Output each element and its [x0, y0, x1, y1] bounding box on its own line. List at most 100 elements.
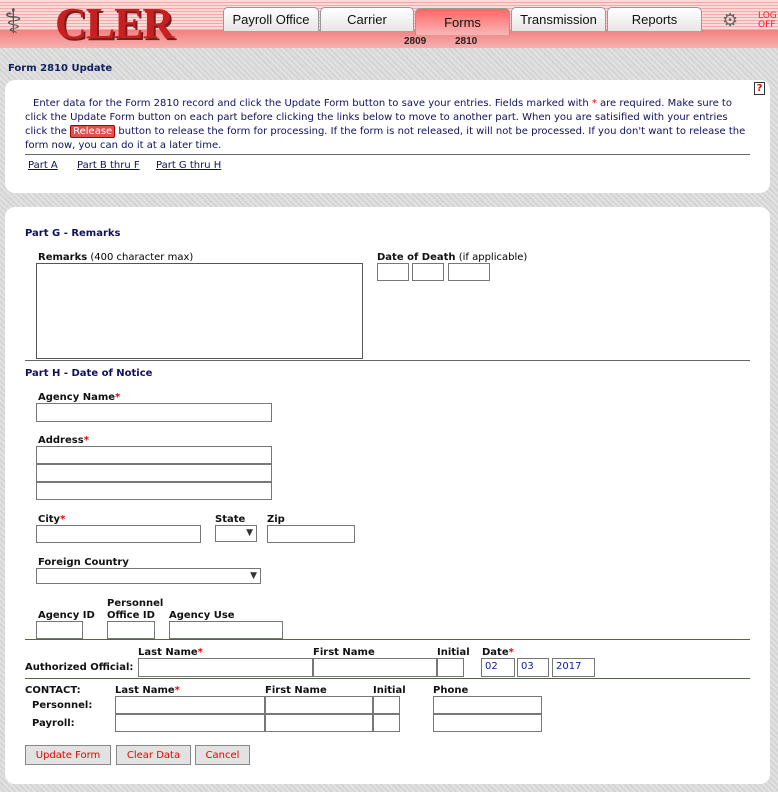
authorized-official-label: Authorized Official:	[25, 662, 134, 673]
agency-id-input[interactable]	[36, 621, 83, 639]
payroll-first-name-input[interactable]	[265, 714, 373, 732]
auth-last-name-input[interactable]	[138, 658, 313, 677]
address-line-1-input[interactable]	[36, 446, 272, 464]
tab-payroll-office[interactable]: Payroll Office	[223, 7, 319, 31]
divider	[25, 639, 750, 640]
dod-day-input[interactable]	[412, 263, 444, 281]
subtab-2810[interactable]: 2810	[455, 36, 477, 47]
divider	[25, 678, 750, 679]
intro-text-1: Enter data for the Form 2810 record and …	[33, 98, 592, 109]
logoff-link[interactable]: LOG OFF	[758, 12, 778, 30]
tab-transmission[interactable]: Transmission	[511, 7, 606, 31]
date-of-death-label: Date of Death (if applicable)	[377, 252, 527, 263]
personnel-office-id-label: Personnel Office ID	[107, 598, 163, 622]
required-star: *	[60, 514, 66, 525]
auth-initial-label: Initial	[437, 647, 470, 658]
update-form-button[interactable]: Update Form	[25, 745, 111, 765]
auth-first-name-label: First Name	[313, 647, 375, 658]
contact-last-text: Last Name	[115, 685, 175, 696]
clear-data-button[interactable]: Clear Data	[116, 745, 191, 765]
tab-forms[interactable]: Forms	[415, 8, 510, 35]
zip-label: Zip	[267, 514, 285, 525]
personnel-last-name-input[interactable]	[115, 696, 265, 714]
auth-date-month-input[interactable]: 02	[481, 658, 515, 677]
chevron-down-icon: ▼	[250, 571, 257, 581]
personnel-label: Personnel:	[32, 700, 93, 711]
address-line-2-input[interactable]	[36, 464, 272, 482]
gear-icon[interactable]: ⚙	[722, 10, 738, 31]
auth-last-text: Last Name	[138, 647, 198, 658]
required-star: *	[508, 647, 514, 658]
foreign-country-label: Foreign Country	[38, 557, 129, 568]
city-text: City	[38, 514, 61, 525]
required-star: *	[197, 647, 203, 658]
payroll-last-name-input[interactable]	[115, 714, 265, 732]
city-input[interactable]	[36, 525, 201, 543]
auth-date-day-input[interactable]: 03	[517, 658, 549, 677]
address-label: Address*	[38, 435, 89, 446]
dod-hint: (if applicable)	[455, 252, 528, 263]
tab-reports[interactable]: Reports	[607, 7, 702, 31]
foreign-country-select[interactable]: ▼	[36, 568, 261, 584]
payroll-phone-input[interactable]	[433, 714, 542, 732]
contact-first-name-label: First Name	[265, 685, 327, 696]
subtab-2809[interactable]: 2809	[404, 36, 426, 47]
payroll-label: Payroll:	[32, 718, 75, 729]
required-star: *	[174, 685, 180, 696]
agency-name-label: Agency Name*	[38, 392, 120, 403]
auth-date-label: Date*	[482, 647, 514, 658]
agency-use-input[interactable]	[169, 621, 283, 639]
agency-name-input[interactable]	[36, 403, 272, 422]
address-line-3-input[interactable]	[36, 482, 272, 500]
auth-initial-input[interactable]	[437, 658, 464, 677]
required-star: *	[83, 435, 89, 446]
auth-first-name-input[interactable]	[313, 658, 437, 677]
link-part-g-h[interactable]: Part G thru H	[156, 160, 221, 171]
agency-name-text: Agency Name	[38, 392, 116, 403]
address-text: Address	[38, 435, 84, 446]
state-label: State	[215, 514, 246, 525]
agency-use-label: Agency Use	[169, 610, 235, 621]
contact-phone-label: Phone	[433, 685, 469, 696]
link-part-b-f[interactable]: Part B thru F	[77, 160, 140, 171]
personnel-first-name-input[interactable]	[265, 696, 373, 714]
tab-carrier[interactable]: Carrier	[320, 7, 414, 31]
remarks-textarea[interactable]	[36, 263, 363, 359]
part-h-heading: Part H - Date of Notice	[25, 368, 153, 379]
poi-line-1: Personnel	[107, 598, 164, 609]
auth-date-text: Date	[482, 647, 509, 658]
city-label: City*	[38, 514, 65, 525]
page-title: Form 2810 Update	[8, 63, 113, 74]
auth-date-year-input[interactable]: 2017	[552, 658, 595, 677]
divider	[25, 154, 750, 155]
agency-id-label: Agency ID	[38, 610, 95, 621]
link-part-a[interactable]: Part A	[28, 160, 58, 171]
state-select[interactable]: ▼	[215, 525, 257, 542]
logo: CLER	[55, 0, 174, 48]
required-star: *	[115, 392, 121, 403]
release-button-image: Release	[70, 125, 116, 138]
remarks-label: Remarks (400 character max)	[38, 252, 193, 263]
part-g-heading: Part G - Remarks	[25, 228, 121, 239]
divider	[25, 360, 750, 361]
cancel-button[interactable]: Cancel	[195, 745, 250, 765]
contact-last-name-label: Last Name*	[115, 685, 180, 696]
dod-label-text: Date of Death	[377, 252, 456, 263]
dod-year-input[interactable]	[448, 263, 490, 281]
dod-month-input[interactable]	[377, 263, 409, 281]
zip-input[interactable]	[267, 525, 355, 543]
help-icon[interactable]: ?	[754, 82, 765, 95]
chevron-down-icon: ▼	[246, 528, 253, 538]
remarks-hint: (400 character max)	[87, 252, 194, 263]
contact-label: CONTACT:	[25, 685, 81, 696]
personnel-phone-input[interactable]	[433, 696, 542, 714]
payroll-initial-input[interactable]	[373, 714, 400, 732]
personnel-office-id-input[interactable]	[107, 621, 155, 639]
auth-last-name-label: Last Name*	[138, 647, 203, 658]
intro-text-3: button to release the form for processin…	[25, 126, 746, 151]
remarks-label-text: Remarks	[38, 252, 88, 263]
contact-initial-label: Initial	[373, 685, 406, 696]
intro-text: Enter data for the Form 2810 record and …	[25, 97, 750, 153]
caduceus-icon: ⚕	[4, 2, 23, 42]
personnel-initial-input[interactable]	[373, 696, 400, 714]
